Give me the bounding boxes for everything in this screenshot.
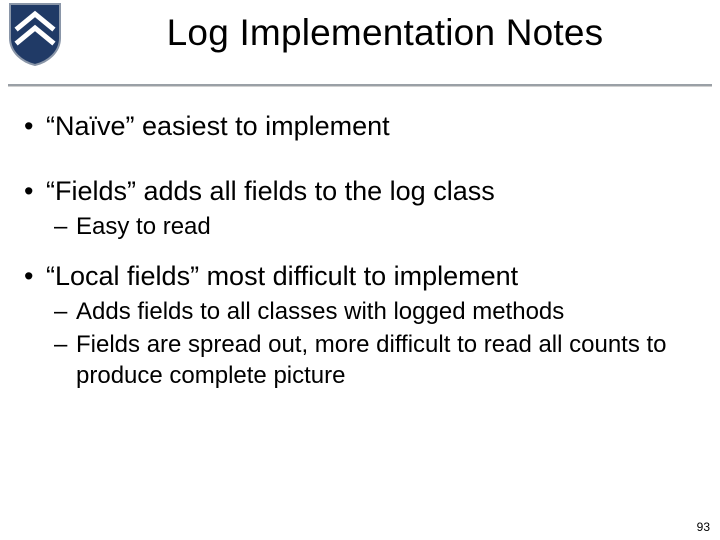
bullet-item: “Naïve” easiest to implement (20, 109, 700, 144)
shield-logo-icon (8, 2, 62, 66)
page-number: 93 (697, 520, 710, 534)
sub-bullet-item: Adds fields to all classes with logged m… (46, 297, 700, 328)
sub-bullet-item: Easy to read (46, 212, 700, 243)
sub-bullet-text: Adds fields to all classes with logged m… (76, 298, 564, 325)
bullet-text: “Naïve” easiest to implement (46, 111, 390, 141)
bullet-text: “Fields” adds all fields to the log clas… (46, 176, 495, 206)
slide-header: Log Implementation Notes (0, 0, 720, 82)
slide-title: Log Implementation Notes (60, 12, 710, 54)
bullet-item: “Fields” adds all fields to the log clas… (20, 174, 700, 243)
sub-bullet-item: Fields are spread out, more difficult to… (46, 330, 700, 391)
sub-bullet-text: Easy to read (76, 213, 211, 240)
bullet-item: “Local fields” most difficult to impleme… (20, 259, 700, 392)
bullet-text: “Local fields” most difficult to impleme… (46, 261, 518, 291)
slide-body: “Naïve” easiest to implement “Fields” ad… (0, 87, 720, 392)
sub-bullet-text: Fields are spread out, more difficult to… (76, 331, 667, 389)
